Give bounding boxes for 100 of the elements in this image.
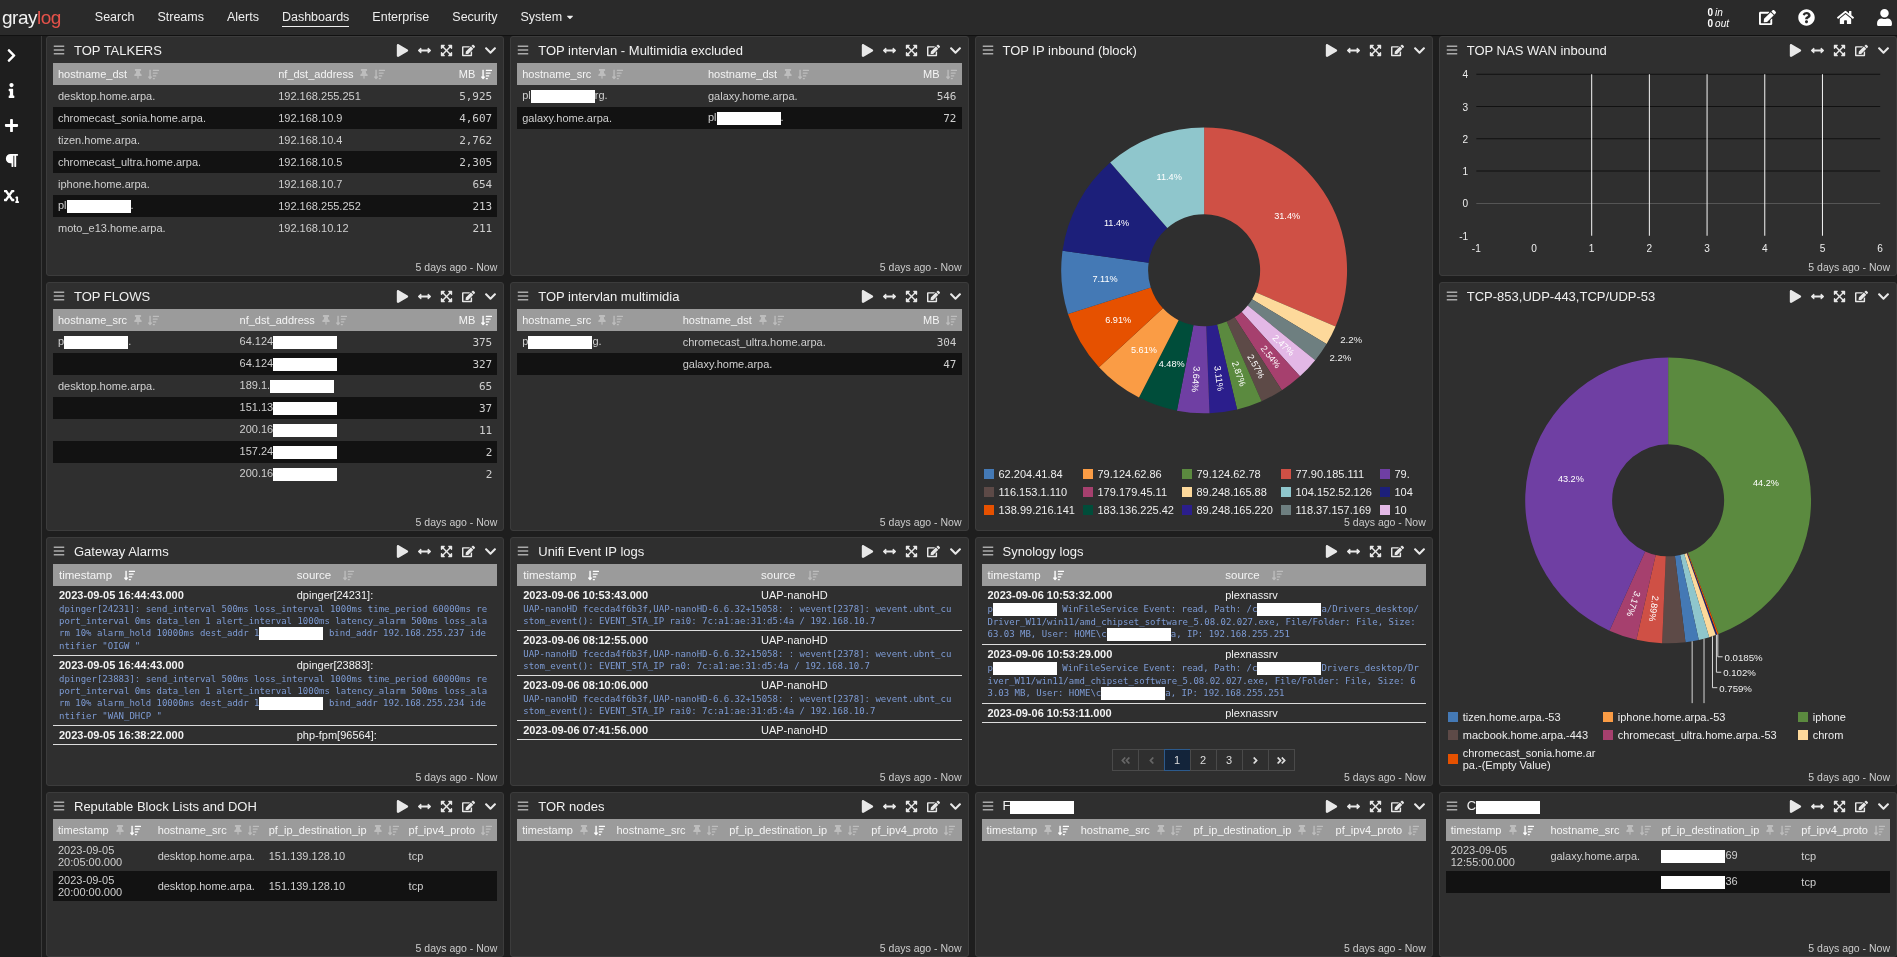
edit-icon[interactable] (1855, 43, 1868, 57)
drag-handle-icon[interactable] (981, 545, 994, 557)
expand-icon[interactable] (1833, 43, 1846, 57)
edit-icon[interactable] (462, 799, 476, 813)
expand-icon[interactable] (1833, 799, 1846, 813)
edit-icon[interactable] (926, 43, 940, 57)
nav-link[interactable]: Alerts (227, 8, 259, 27)
column-header[interactable]: timestamp (523, 569, 600, 581)
play-icon[interactable] (396, 289, 410, 303)
column-header[interactable]: timestamp (987, 569, 1064, 581)
play-icon[interactable] (1789, 289, 1802, 303)
expand-icon[interactable] (904, 289, 918, 303)
edit-icon[interactable] (926, 799, 940, 813)
drag-handle-icon[interactable] (981, 44, 994, 56)
drag-handle-icon[interactable] (53, 290, 65, 302)
sort-icon[interactable] (588, 569, 600, 581)
play-icon[interactable] (860, 799, 874, 813)
drag-handle-icon[interactable] (1445, 44, 1458, 56)
drag-handle-icon[interactable] (517, 545, 530, 557)
edit-icon[interactable] (1390, 544, 1404, 558)
column-header[interactable]: timestamp (517, 819, 612, 841)
column-header[interactable]: timestamp (1445, 819, 1546, 841)
sort-icon[interactable] (1052, 569, 1064, 581)
sort-icon[interactable] (481, 69, 493, 81)
column-header[interactable]: pf_ipv4_proto (403, 819, 498, 841)
expand-icon[interactable] (1368, 43, 1382, 57)
edit-icon[interactable] (1390, 799, 1404, 813)
edit-icon[interactable] (1855, 799, 1868, 813)
edit-icon[interactable] (462, 289, 476, 303)
paragraph-icon[interactable] (4, 153, 19, 168)
column-header[interactable]: MB (888, 63, 962, 85)
logo[interactable]: graylog (2, 6, 61, 29)
home-icon[interactable] (1837, 9, 1854, 26)
user-icon[interactable] (1876, 9, 1893, 26)
column-header[interactable]: pf_ipv4_proto (866, 819, 962, 841)
play-icon[interactable] (1324, 799, 1338, 813)
drag-handle-icon[interactable] (517, 800, 530, 812)
expand-icon[interactable] (440, 544, 454, 558)
nav-link[interactable]: System (520, 8, 576, 27)
page-button[interactable]: 2 (1189, 749, 1217, 771)
expand-icon[interactable] (1833, 289, 1846, 303)
last-page-button[interactable] (1267, 749, 1295, 771)
column-header[interactable]: MB (898, 309, 962, 331)
play-icon[interactable] (396, 544, 410, 558)
drag-handle-icon[interactable] (53, 545, 65, 557)
expand-icon[interactable] (440, 43, 454, 57)
page-button[interactable]: 3 (1215, 749, 1243, 771)
nav-link[interactable]: Streams (157, 8, 204, 27)
play-icon[interactable] (1324, 544, 1338, 558)
subscript-icon[interactable] (4, 188, 19, 203)
edit-icon[interactable] (462, 43, 476, 57)
play-icon[interactable] (1324, 43, 1338, 57)
drag-handle-icon[interactable] (53, 800, 65, 812)
play-icon[interactable] (396, 43, 410, 57)
expand-icon[interactable] (1368, 544, 1382, 558)
help-icon[interactable] (1798, 9, 1815, 26)
column-header[interactable]: pf_ipv4_proto (1330, 819, 1426, 841)
column-header[interactable]: timestamp (981, 819, 1076, 841)
drag-handle-icon[interactable] (53, 44, 65, 56)
nav-link[interactable]: Dashboards (281, 8, 350, 27)
expand-icon[interactable] (904, 544, 918, 558)
drag-handle-icon[interactable] (517, 44, 530, 56)
expand-icon[interactable] (904, 799, 918, 813)
play-icon[interactable] (396, 799, 410, 813)
drag-handle-icon[interactable] (1445, 800, 1458, 812)
column-header[interactable]: timestamp (53, 819, 153, 841)
edit-icon[interactable] (1390, 43, 1404, 57)
edit-icon[interactable] (926, 544, 940, 558)
play-icon[interactable] (860, 289, 874, 303)
column-header[interactable]: source (761, 569, 819, 581)
play-icon[interactable] (1789, 43, 1802, 57)
nav-link[interactable]: Security (452, 8, 498, 27)
drag-handle-icon[interactable] (517, 290, 530, 302)
play-icon[interactable] (860, 43, 874, 57)
nav-link[interactable]: Search (94, 8, 135, 27)
play-icon[interactable] (1789, 799, 1802, 813)
sort-icon[interactable] (124, 569, 136, 581)
expand-icon[interactable] (904, 43, 918, 57)
plus-icon[interactable] (4, 118, 19, 133)
edit-icon[interactable] (1855, 289, 1868, 303)
edit-icon[interactable] (462, 544, 476, 558)
expand-icon[interactable] (440, 799, 454, 813)
page-button[interactable]: 1 (1163, 749, 1191, 771)
column-header[interactable]: source (296, 569, 355, 581)
drag-handle-icon[interactable] (981, 800, 994, 812)
expand-icon[interactable] (1368, 799, 1382, 813)
sort-icon[interactable] (129, 825, 141, 837)
column-header[interactable]: pf_ipv4_proto (1796, 819, 1890, 841)
sort-icon[interactable] (481, 315, 493, 327)
edit-icon[interactable] (926, 289, 940, 303)
column-header[interactable]: timestamp (59, 569, 136, 581)
next-page-button[interactable] (1241, 749, 1269, 771)
column-header[interactable]: MB (436, 63, 498, 85)
column-header[interactable]: MB (426, 309, 498, 331)
column-header[interactable]: source (1225, 569, 1283, 581)
sort-icon[interactable] (1522, 825, 1534, 837)
expand-icon[interactable] (440, 289, 454, 303)
drag-handle-icon[interactable] (1445, 290, 1458, 302)
nav-link[interactable]: Enterprise (372, 8, 430, 27)
sort-icon[interactable] (594, 825, 605, 837)
